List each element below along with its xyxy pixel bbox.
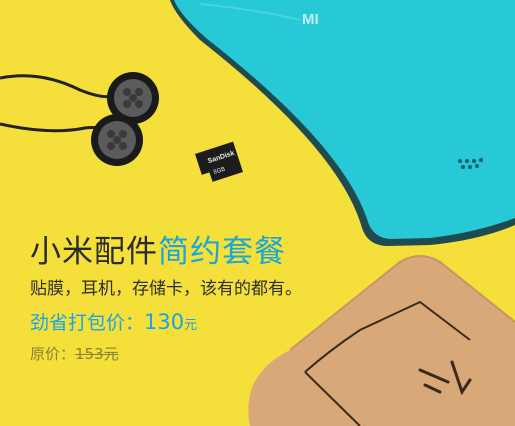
- headline-part-2: 简约套餐: [158, 234, 286, 270]
- original-price-label: 原价：: [30, 345, 76, 363]
- promo-copy: 小米配件简约套餐 贴膜，耳机，存储卡，该有的都有。 劲省打包价：130元 原价：…: [30, 232, 302, 364]
- bundle-price-value: 130: [144, 310, 185, 334]
- bundle-price-unit: 元: [184, 318, 198, 333]
- earphones-icon: [0, 72, 159, 166]
- svg-text:MI: MI: [302, 11, 319, 28]
- promo-banner[interactable]: MI SanDisk 8GB 小米配件简约套餐 贴膜，耳机，存储卡，该有的都有。…: [0, 0, 515, 426]
- headline-part-1: 小米配件: [30, 234, 158, 270]
- subtitle: 贴膜，耳机，存储卡，该有的都有。: [30, 279, 302, 299]
- bundle-price: 劲省打包价：130元: [30, 310, 302, 338]
- original-price: 原价：153元: [30, 344, 302, 364]
- headline: 小米配件简约套餐: [30, 232, 302, 272]
- phone-back-cover-icon: MI: [170, 0, 515, 246]
- micro-sd-card-icon: SanDisk 8GB: [195, 141, 243, 182]
- original-price-value: 153元: [75, 345, 119, 363]
- bundle-price-label: 劲省打包价：: [30, 312, 145, 334]
